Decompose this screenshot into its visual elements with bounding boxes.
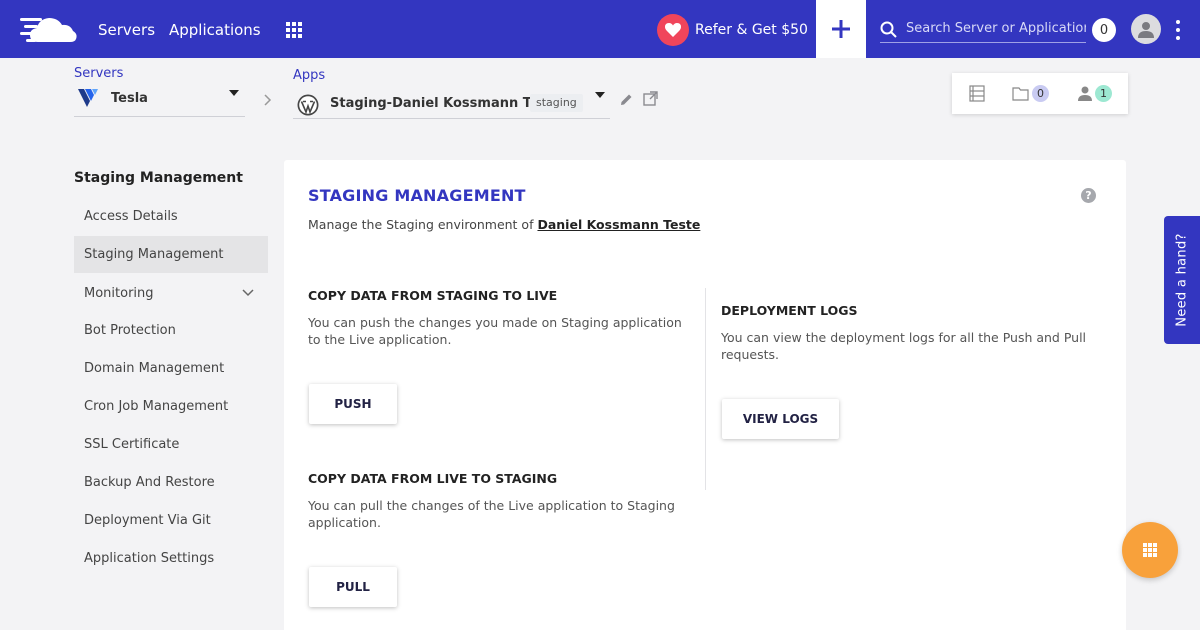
sidebar-item-cron-job-management[interactable]: Cron Job Management (74, 388, 268, 425)
plus-icon (832, 20, 850, 38)
vultr-logo-icon (78, 89, 98, 107)
need-a-hand-tab[interactable]: Need a hand? (1164, 216, 1200, 344)
sidebar-item-application-settings[interactable]: Application Settings (74, 540, 268, 577)
section-divider (705, 288, 706, 490)
folder-count-badge: 0 (1032, 85, 1049, 102)
help-tab-label: Need a hand? (1174, 233, 1190, 327)
sidebar-item-monitoring[interactable]: Monitoring (74, 275, 268, 312)
logs-section-description: You can view the deployment logs for all… (721, 330, 1087, 362)
projects-folder[interactable]: 0 (1012, 85, 1049, 102)
pull-button[interactable]: PULL (309, 567, 397, 607)
chevron-down-icon (242, 289, 254, 297)
chevron-right-icon (264, 94, 272, 106)
heart-icon[interactable] (657, 14, 689, 46)
nav-servers[interactable]: Servers (98, 21, 155, 39)
cloudways-logo-icon[interactable] (20, 12, 80, 46)
push-section-description: You can push the changes you made on Sta… (308, 315, 682, 347)
subtitle-text: Manage the Staging environment of (308, 217, 534, 232)
more-options-icon[interactable] (1175, 20, 1181, 40)
push-section-title: COPY DATA FROM STAGING TO LIVE (308, 288, 558, 303)
sidebar-item-staging-management[interactable]: Staging Management (74, 236, 268, 273)
add-button[interactable] (816, 0, 866, 58)
servers-label: Servers (74, 66, 124, 81)
server-select[interactable] (74, 84, 245, 117)
search-input[interactable] (906, 18, 1086, 38)
pull-section-description: You can pull the changes of the Live app… (308, 498, 675, 530)
sidebar-item-label: Monitoring (84, 286, 154, 301)
server-list-icon[interactable] (969, 85, 985, 102)
server-name[interactable]: Tesla (111, 91, 148, 106)
sidebar-item-backup-and-restore[interactable]: Backup And Restore (74, 464, 268, 501)
view-logs-button[interactable]: VIEW LOGS (722, 399, 839, 439)
quick-actions-button[interactable] (1122, 522, 1178, 578)
apps-label: Apps (293, 68, 326, 83)
external-link-icon[interactable] (643, 91, 658, 106)
sidebar-item-ssl-certificate[interactable]: SSL Certificate (74, 426, 268, 463)
staging-badge: staging (530, 94, 583, 112)
nav-applications[interactable]: Applications (169, 21, 261, 39)
refer-link[interactable]: Refer & Get $50 (695, 22, 808, 38)
sidebar-item-deployment-via-git[interactable]: Deployment Via Git (74, 502, 268, 539)
help-icon[interactable]: ? (1081, 188, 1096, 203)
app-name[interactable]: Staging-Daniel Kossmann Teste (330, 96, 561, 111)
search-box (880, 16, 1086, 43)
sidebar-item-domain-management[interactable]: Domain Management (74, 350, 268, 387)
apps-grid-icon[interactable] (286, 22, 302, 38)
logs-section-title: DEPLOYMENT LOGS (721, 303, 858, 318)
sidebar-title: Staging Management (74, 170, 243, 186)
members-count-badge: 1 (1095, 85, 1112, 102)
sidebar-item-bot-protection[interactable]: Bot Protection (74, 312, 268, 349)
folder-icon (1012, 87, 1029, 101)
notification-count-badge[interactable]: 0 (1092, 18, 1116, 42)
user-icon (1078, 86, 1092, 101)
quick-panel: 0 1 (952, 73, 1128, 114)
search-icon (880, 21, 897, 38)
staging-management-card: STAGING MANAGEMENT ? Manage the Staging … (284, 160, 1126, 630)
grid-icon (1143, 543, 1157, 557)
top-navigation-bar: Servers Applications Refer & Get $50 0 (0, 0, 1200, 58)
wordpress-logo-icon (297, 94, 319, 116)
push-button[interactable]: PUSH (309, 384, 397, 424)
pull-section-title: COPY DATA FROM LIVE TO STAGING (308, 471, 558, 486)
team-members[interactable]: 1 (1078, 85, 1112, 102)
caret-down-icon (595, 92, 605, 98)
app-link[interactable]: Daniel Kossmann Teste (537, 217, 700, 232)
page-subtitle: Manage the Staging environment of Daniel… (308, 217, 700, 232)
sidebar-item-access-details[interactable]: Access Details (74, 198, 268, 235)
page-title: STAGING MANAGEMENT (308, 186, 526, 205)
user-avatar-icon[interactable] (1131, 14, 1161, 44)
pencil-icon[interactable] (620, 93, 633, 106)
caret-down-icon (229, 90, 239, 96)
